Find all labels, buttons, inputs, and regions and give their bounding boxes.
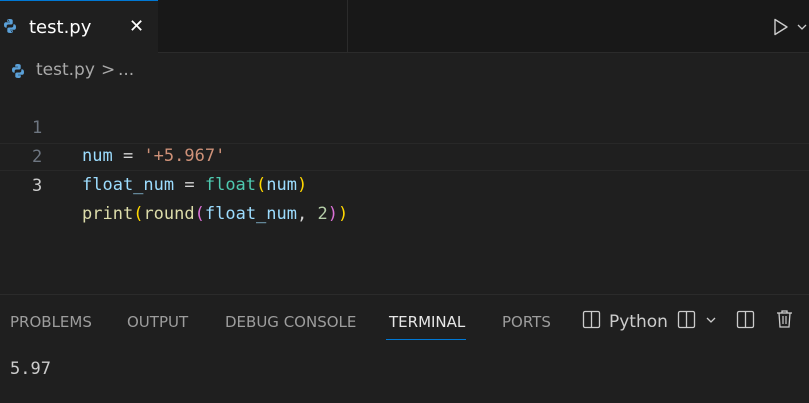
code-token: =: [174, 175, 205, 195]
code-token: 2: [317, 204, 328, 224]
editor-tab-bar: test.py ✕: [0, 0, 809, 53]
breadcrumb-separator: >: [101, 60, 116, 80]
panel-layout-icon[interactable]: [736, 310, 755, 329]
tab-label: test.py: [29, 17, 92, 38]
code-token: (: [133, 204, 144, 224]
code-token: ): [337, 204, 349, 224]
bottom-panel: PROBLEMS OUTPUT DEBUG CONSOLE TERMINAL P…: [0, 294, 809, 403]
code-line[interactable]: 2 float_num = float(num): [0, 115, 809, 195]
close-icon[interactable]: ✕: [129, 16, 144, 38]
line-number: 3: [32, 176, 43, 196]
code-line-current[interactable]: 3 print(round(float_num, 2)): [0, 143, 809, 224]
code-token: float_num: [204, 204, 297, 224]
breadcrumb-file[interactable]: test.py: [36, 60, 95, 80]
code-token: float: [204, 175, 257, 195]
code-token: (: [256, 175, 267, 195]
tab-problems[interactable]: PROBLEMS: [10, 313, 92, 331]
terminal-output[interactable]: 5.97: [10, 359, 51, 379]
code-token: ): [327, 204, 338, 224]
code-token: (: [194, 204, 205, 224]
breadcrumb: test.py > ...: [0, 58, 809, 84]
code-token: ,: [297, 204, 318, 224]
tab-output[interactable]: OUTPUT: [127, 313, 188, 331]
code-token: ): [297, 175, 308, 195]
terminal-name[interactable]: Python: [609, 312, 668, 332]
code-token: num: [266, 175, 297, 195]
active-tab-indicator: [386, 339, 466, 340]
terminal-icon[interactable]: [582, 310, 601, 329]
code-token: print: [82, 204, 134, 224]
chevron-down-icon[interactable]: [796, 22, 808, 32]
code-text: print(round(float_num, 2)): [82, 200, 348, 228]
code-token: round: [143, 204, 195, 224]
run-icon[interactable]: [772, 18, 790, 36]
code-editor[interactable]: 1 num = '+5.967' 2 float_num = float(num…: [0, 86, 809, 224]
split-terminal-icon[interactable]: [677, 310, 696, 329]
tab-test-py[interactable]: test.py ✕: [0, 0, 158, 53]
code-line[interactable]: 1 num = '+5.967': [0, 86, 809, 166]
tab-debug-console[interactable]: DEBUG CONSOLE: [225, 313, 356, 331]
python-icon: [12, 64, 24, 78]
code-token: float_num: [82, 175, 175, 195]
python-icon: [4, 19, 17, 33]
breadcrumb-symbols[interactable]: ...: [118, 60, 134, 80]
chevron-down-icon[interactable]: [705, 316, 717, 325]
trash-icon[interactable]: [775, 309, 794, 329]
tab-terminal[interactable]: TERMINAL: [389, 313, 465, 331]
tab-bar-divider: [347, 0, 348, 52]
code-text: float_num = float(num): [82, 171, 307, 199]
tab-ports[interactable]: PORTS: [502, 313, 551, 331]
